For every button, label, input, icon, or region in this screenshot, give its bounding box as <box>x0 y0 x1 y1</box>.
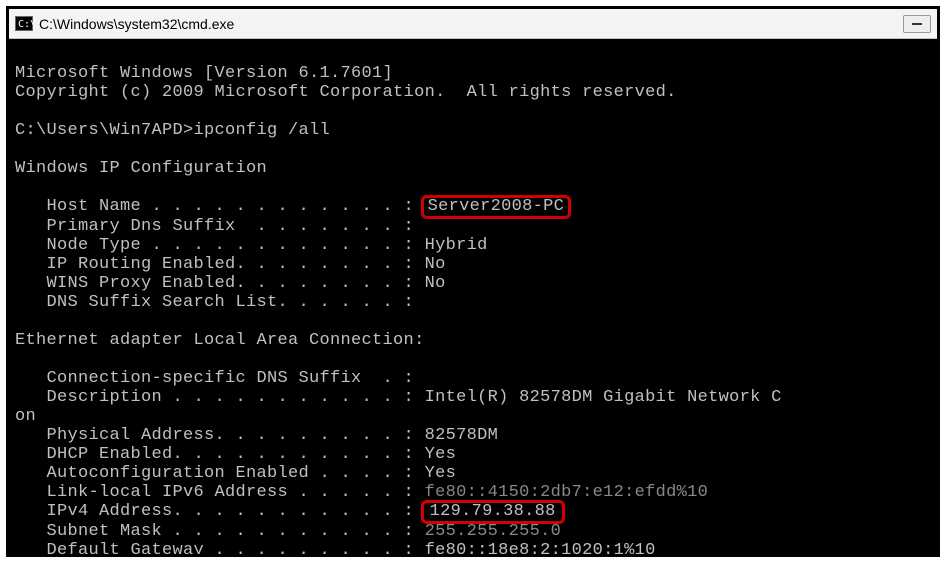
adapter-row-subnet: Subnet Mask . . . . . . . . . . . : 255.… <box>15 522 561 541</box>
label: IPv4 Address. . . . . . . . . . . : <box>15 502 425 521</box>
cmd-window: C:\. C:\Windows\system32\cmd.exe Microso… <box>9 9 937 554</box>
title-left: C:\. C:\Windows\system32\cmd.exe <box>15 16 234 31</box>
blank-line <box>15 102 26 121</box>
label: Subnet Mask . . . . . . . . . . . : <box>15 522 425 541</box>
value: No <box>425 274 446 293</box>
minimize-button[interactable] <box>903 15 931 33</box>
label: Default Gateway . . . . . . . . . : <box>15 541 425 554</box>
adapter-row-autoconfig: Autoconfiguration Enabled . . . . : Yes <box>15 464 456 483</box>
config-row-primary-dns: Primary Dns Suffix . . . . . . . : <box>15 217 414 236</box>
label: DHCP Enabled. . . . . . . . . . . : <box>15 445 425 464</box>
label: Node Type . . . . . . . . . . . . : <box>15 236 425 255</box>
cmd-icon: C:\. <box>15 16 33 31</box>
prompt-line: C:\Users\Win7APD>ipconfig /all <box>15 121 330 140</box>
config-row-node-type: Node Type . . . . . . . . . . . . : Hybr… <box>15 236 488 255</box>
adapter-row-physical-addr: Physical Address. . . . . . . . . : 8257… <box>15 426 498 445</box>
window-frame: C:\. C:\Windows\system32\cmd.exe Microso… <box>6 6 940 557</box>
adapter-row-ipv4: IPv4 Address. . . . . . . . . . . : 129.… <box>15 502 561 521</box>
adapter-row-description-wrap: on <box>15 407 36 426</box>
blank-line <box>15 312 26 331</box>
config-row-wins-proxy: WINS Proxy Enabled. . . . . . . . : No <box>15 274 446 293</box>
banner-line: Copyright (c) 2009 Microsoft Corporation… <box>15 83 677 102</box>
window-controls <box>903 15 931 33</box>
value: Hybrid <box>425 236 488 255</box>
value: Yes <box>425 464 457 483</box>
prompt-path: C:\Users\Win7APD> <box>15 121 194 140</box>
config-row-ip-routing: IP Routing Enabled. . . . . . . . : No <box>15 255 446 274</box>
command-text: ipconfig /all <box>194 121 331 140</box>
value: Intel(R) 82578DM Gigabit Network C <box>425 388 782 407</box>
adapter-row-conn-dns: Connection-specific DNS Suffix . : <box>15 369 414 388</box>
value: Server2008-PC <box>428 198 565 216</box>
value: 129.79.38.88 <box>430 503 556 521</box>
label: Description . . . . . . . . . . . : <box>15 388 425 407</box>
label: IP Routing Enabled. . . . . . . . : <box>15 255 425 274</box>
value: fe80::18e8:2:1020:1%10 <box>425 541 656 554</box>
label: Link-local IPv6 Address . . . . . : <box>15 483 425 502</box>
value: No <box>425 255 446 274</box>
blank-line <box>15 350 26 369</box>
titlebar[interactable]: C:\. C:\Windows\system32\cmd.exe <box>9 9 937 39</box>
label: Physical Address. . . . . . . . . : <box>15 426 425 445</box>
value: Yes <box>425 445 457 464</box>
value: 255.255.255.0 <box>425 522 562 541</box>
label: Host Name . . . . . . . . . . . . : <box>15 197 425 216</box>
blank-line <box>15 178 26 197</box>
highlight-ipv4: 129.79.38.88 <box>421 500 565 524</box>
adapter-row-gateway: Default Gateway . . . . . . . . . : fe80… <box>15 541 656 554</box>
section-header: Windows IP Configuration <box>15 159 267 178</box>
label: WINS Proxy Enabled. . . . . . . . : <box>15 274 425 293</box>
label: Autoconfiguration Enabled . . . . : <box>15 464 425 483</box>
adapter-row-link-local-ipv6: Link-local IPv6 Address . . . . . : fe80… <box>15 483 708 502</box>
label: DNS Suffix Search List. . . . . . : <box>15 293 414 312</box>
highlight-host-name: Server2008-PC <box>421 195 572 219</box>
label: Connection-specific DNS Suffix . : <box>15 369 414 388</box>
banner-line: Microsoft Windows [Version 6.1.7601] <box>15 64 393 83</box>
adapter-row-description: Description . . . . . . . . . . . : Inte… <box>15 388 782 407</box>
config-row-host-name: Host Name . . . . . . . . . . . . : Serv… <box>15 197 567 216</box>
adapter-header: Ethernet adapter Local Area Connection: <box>15 331 425 350</box>
window-title: C:\Windows\system32\cmd.exe <box>39 17 234 31</box>
label: Primary Dns Suffix . . . . . . . : <box>15 217 414 236</box>
minimize-icon <box>912 23 922 25</box>
blank-line <box>15 140 26 159</box>
console-output[interactable]: Microsoft Windows [Version 6.1.7601] Cop… <box>9 39 937 554</box>
config-row-dns-suffix-list: DNS Suffix Search List. . . . . . : <box>15 293 414 312</box>
adapter-row-dhcp: DHCP Enabled. . . . . . . . . . . : Yes <box>15 445 456 464</box>
value: 82578DM <box>425 426 499 445</box>
